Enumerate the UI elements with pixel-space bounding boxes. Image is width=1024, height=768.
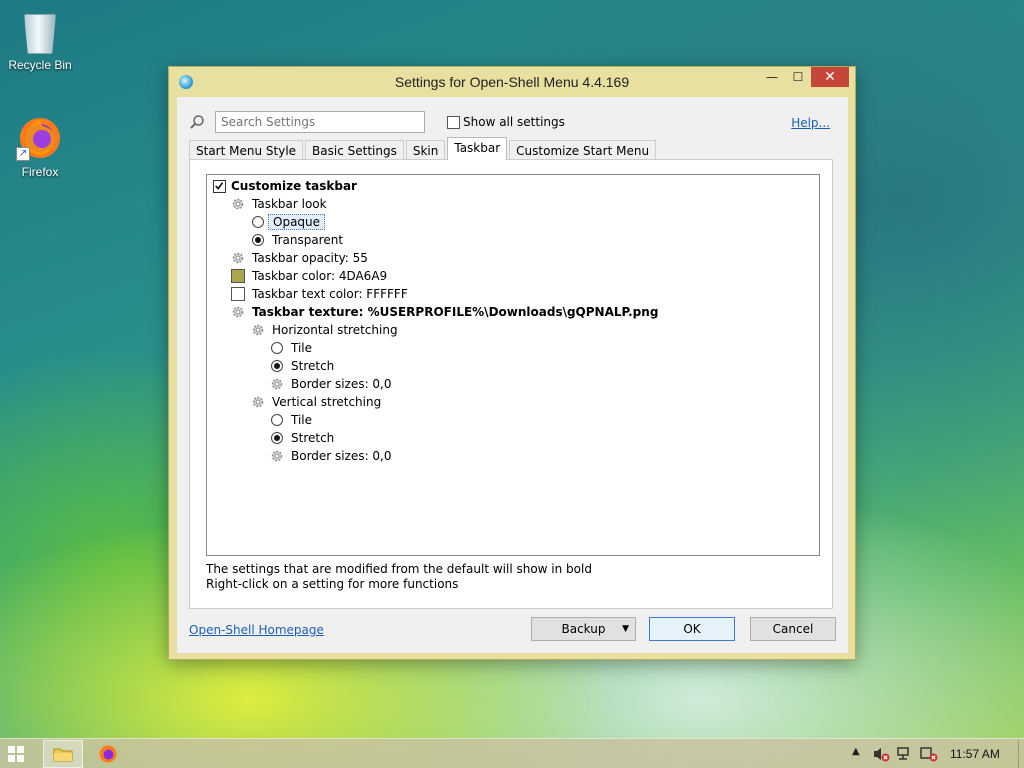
tray-overflow-chevron-icon[interactable]: ▲ [852,746,860,757]
dropdown-arrow-icon: ▼ [622,624,629,634]
title-bar[interactable]: Settings for Open-Shell Menu 4.4.169 — ☐… [169,67,855,97]
show-all-settings-checkbox[interactable]: Show all settings [447,115,565,129]
tree-item-vertical-stretching[interactable]: Vertical stretching [207,393,819,411]
tab-bar: Start Menu Style Basic Settings Skin Tas… [189,137,658,160]
taskbar-texture-label: Taskbar texture: %USERPROFILE%\Downloads… [252,305,659,319]
gear-icon [251,323,265,337]
tree-item-v-stretch[interactable]: Stretch [207,429,819,447]
radio-opaque[interactable] [251,215,265,229]
vertical-stretching-label: Vertical stretching [272,395,382,409]
tree-item-customize-taskbar[interactable]: Customize taskbar [207,177,819,195]
color-swatch-icon [231,287,245,301]
taskbar-file-explorer[interactable] [43,740,83,768]
hint-line-1: The settings that are modified from the … [206,562,592,576]
customize-taskbar-label: Customize taskbar [231,179,357,193]
hint-line-2: Right-click on a setting for more functi… [206,577,459,591]
ok-button[interactable]: OK [649,617,735,641]
radio-h-tile[interactable] [270,341,284,355]
gear-icon [231,197,245,211]
recycle-bin-icon [16,6,64,54]
tree-item-taskbar-texture[interactable]: Taskbar texture: %USERPROFILE%\Downloads… [207,303,819,321]
v-border-sizes-label: Border sizes: 0,0 [291,449,392,463]
tree-item-taskbar-text-color[interactable]: Taskbar text color: FFFFFF [207,285,819,303]
desktop-icon-firefox[interactable]: ↗ Firefox [0,113,80,179]
tab-start-menu-style[interactable]: Start Menu Style [189,140,304,160]
tree-item-h-stretch[interactable]: Stretch [207,357,819,375]
tree-item-v-tile[interactable]: Tile [207,411,819,429]
v-tile-label: Tile [291,413,313,427]
settings-tree[interactable]: Customize taskbar Taskbar look Opaque Tr… [206,174,820,556]
tree-item-v-border-sizes[interactable]: Border sizes: 0,0 [207,447,819,465]
help-link[interactable]: Help... [791,116,830,130]
taskbar-clock[interactable]: 11:57 AM [950,747,1000,761]
firefox-icon [99,745,117,763]
search-input[interactable] [215,111,425,133]
desktop-icon-label: Firefox [21,165,59,179]
radio-transparent[interactable] [251,233,265,247]
radio-v-tile[interactable] [270,413,284,427]
folder-icon [53,748,73,762]
desktop-icon-recycle-bin[interactable]: Recycle Bin [0,6,80,72]
tree-item-taskbar-color[interactable]: Taskbar color: 4DA6A9 [207,267,819,285]
tree-item-h-tile[interactable]: Tile [207,339,819,357]
windows-start-icon[interactable] [8,746,24,762]
gear-icon [231,251,245,265]
radio-h-stretch[interactable] [270,359,284,373]
tab-skin[interactable]: Skin [405,140,446,160]
open-shell-homepage-link[interactable]: Open-Shell Homepage [189,623,324,637]
taskbar: ▲ 11:57 AM [0,738,1024,768]
gear-icon [231,305,245,319]
color-swatch-icon [231,269,245,283]
taskbar-color-label: Taskbar color: 4DA6A9 [252,269,388,283]
taskbar-text-color-label: Taskbar text color: FFFFFF [252,287,408,301]
tree-item-h-border-sizes[interactable]: Border sizes: 0,0 [207,375,819,393]
tab-customize-start-menu[interactable]: Customize Start Menu [509,140,657,160]
tree-item-taskbar-look[interactable]: Taskbar look [207,195,819,213]
backup-button[interactable]: Backup ▼ [531,617,636,641]
shortcut-arrow-icon: ↗ [16,147,30,161]
gear-icon [251,395,265,409]
hint-text: The settings that are modified from the … [206,562,592,592]
transparent-label: Transparent [272,233,344,247]
show-desktop-button[interactable] [1018,739,1024,768]
tree-item-taskbar-opacity[interactable]: Taskbar opacity: 55 [207,249,819,267]
firefox-icon: ↗ [16,113,64,161]
taskbar-tab-panel: Customize taskbar Taskbar look Opaque Tr… [189,159,833,609]
h-stretch-label: Stretch [291,359,335,373]
horizontal-stretching-label: Horizontal stretching [272,323,398,337]
minimize-button[interactable]: — [759,67,785,87]
window-title: Settings for Open-Shell Menu 4.4.169 [394,74,630,90]
desktop-icon-label: Recycle Bin [8,58,72,72]
tree-item-transparent[interactable]: Transparent [207,231,819,249]
cancel-button[interactable]: Cancel [750,617,836,641]
maximize-button[interactable]: ☐ [785,67,811,87]
notification-error-icon[interactable] [920,746,938,762]
tab-taskbar[interactable]: Taskbar [447,137,508,160]
checked-checkbox-icon[interactable] [212,179,226,193]
gear-icon [270,377,284,391]
tree-item-horizontal-stretching[interactable]: Horizontal stretching [207,321,819,339]
show-all-label: Show all settings [463,115,565,129]
v-stretch-label: Stretch [291,431,335,445]
volume-muted-icon[interactable] [872,746,890,762]
h-tile-label: Tile [291,341,313,355]
window-client: Show all settings Help... Start Menu Sty… [177,97,848,653]
radio-v-stretch[interactable] [270,431,284,445]
gear-icon [270,449,284,463]
settings-window: Settings for Open-Shell Menu 4.4.169 — ☐… [168,66,856,660]
search-icon [190,115,204,129]
tab-basic-settings[interactable]: Basic Settings [305,140,404,160]
network-icon[interactable] [896,746,914,762]
checkbox-box[interactable] [447,115,460,129]
opaque-label: Opaque [268,214,326,230]
tree-item-opaque[interactable]: Opaque [207,213,819,231]
h-border-sizes-label: Border sizes: 0,0 [291,377,392,391]
close-button[interactable]: ✕ [811,67,849,87]
taskbar-firefox[interactable] [88,740,128,768]
backup-label: Backup [561,622,606,636]
taskbar-look-label: Taskbar look [252,197,327,211]
taskbar-opacity-label: Taskbar opacity: 55 [252,251,368,265]
